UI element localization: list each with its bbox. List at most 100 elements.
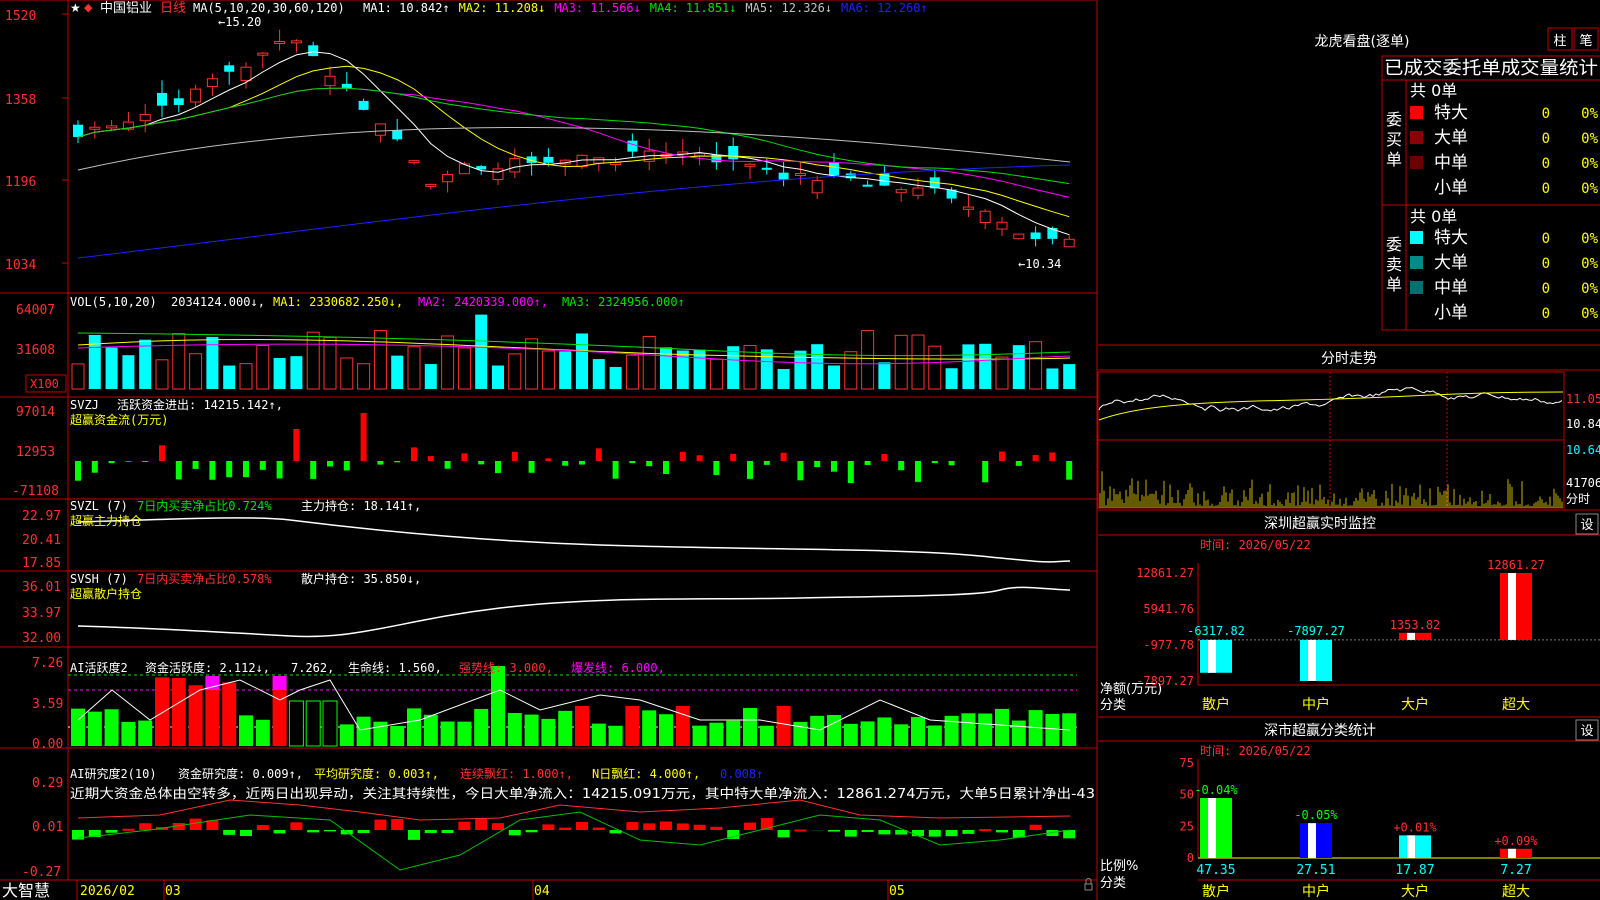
fund-flow-bar	[847, 461, 854, 483]
research-bar	[542, 824, 555, 830]
fund-flow-bar	[679, 451, 686, 461]
fund-flow-bar	[276, 461, 283, 479]
sz-y-label: 净额(万元)	[1100, 682, 1162, 697]
sc-settings-label[interactable]: 设	[1580, 724, 1593, 739]
volume-bar	[995, 356, 1009, 390]
sz-monitor-title: 深圳超赢实时监控	[1264, 515, 1376, 532]
research-bar	[979, 829, 992, 832]
y-tick-label: 36.01	[22, 580, 61, 595]
main-chart-canvas[interactable]: 1520 1358 1196 1034 ★ ◆ 中国铝业 日线 MA(5,10,20,30,60…	[0, 0, 1600, 900]
order-size-label: 小单	[1434, 303, 1468, 323]
volume-bar	[878, 362, 891, 389]
order-count: 0	[1542, 131, 1550, 147]
sc-value-label: 27.51	[1296, 863, 1335, 878]
fund-flow-bar	[579, 461, 585, 465]
stock-chart-window: 1520 1358 1196 1034 ★ ◆ 中国铝业 日线 MA(5,10,20,30,60…	[0, 0, 1600, 900]
activity-bar	[457, 721, 472, 746]
volume-bar	[811, 344, 824, 389]
volume-bar	[256, 344, 270, 390]
candle-body	[794, 173, 806, 177]
candle-body	[324, 75, 336, 87]
candle-body	[811, 180, 823, 194]
order-size-label: 特大	[1434, 103, 1468, 123]
fund-flow-bar	[1015, 461, 1022, 466]
y-tick-label: 0.01	[32, 820, 63, 835]
sc-value-label: 17.87	[1395, 863, 1434, 878]
order-count: 0	[1542, 231, 1550, 247]
volume-bar	[844, 351, 858, 390]
activity-bar	[759, 725, 774, 746]
activity-bar	[205, 688, 220, 746]
ma-value: MA4: 11.851↓	[650, 1, 737, 15]
activity-bar	[305, 700, 321, 747]
candle-body	[543, 156, 554, 163]
unit-label: X100	[30, 377, 59, 391]
candle-body	[627, 140, 638, 152]
volume-bar	[576, 333, 588, 389]
research-bar	[273, 830, 286, 834]
y-tick-label: 1358	[5, 93, 36, 108]
y-tick-label: 1520	[5, 9, 36, 24]
y-tick-label: 22.97	[22, 509, 61, 524]
bar-view-label[interactable]: 柱	[1553, 34, 1566, 49]
volume-bar	[828, 365, 840, 389]
ai-research-value: 0.008↑	[720, 767, 763, 781]
ma-value: MA1: 10.842↑	[363, 1, 450, 15]
sell-side-label-char: 委	[1386, 235, 1402, 254]
research-bar	[391, 819, 404, 830]
activity-bar	[407, 708, 421, 746]
sz-settings-label[interactable]: 设	[1580, 518, 1593, 533]
candle-body	[341, 83, 352, 89]
research-bar	[525, 830, 538, 833]
high-price-label: ←15.20	[218, 15, 261, 29]
research-bar	[508, 830, 521, 836]
order-pct: 0%	[1581, 281, 1598, 297]
volume-bar	[642, 335, 656, 390]
volume-bar	[122, 355, 135, 389]
fund-flow-bar	[377, 461, 384, 465]
candle-body	[425, 183, 437, 187]
fund-flow-bar	[814, 461, 821, 468]
y-tick-label: 3.59	[32, 697, 63, 712]
tick-view-label[interactable]: 笔	[1579, 33, 1592, 49]
period-label[interactable]: 日线	[160, 1, 186, 16]
intraday-tick: 11.05	[1566, 392, 1600, 406]
activity-bar	[743, 708, 757, 746]
y-tick-label: 0.00	[32, 737, 63, 752]
volume-bar	[609, 366, 622, 389]
vol-ma-value: MA3: 2324956.000↑	[562, 295, 685, 309]
activity-bar	[860, 721, 875, 746]
volume-bar	[777, 368, 790, 389]
research-bar	[307, 830, 320, 833]
fund-flow-bar	[629, 461, 636, 464]
fund-flow-bar	[612, 461, 619, 479]
order-size-label: 大单	[1434, 128, 1468, 148]
research-bar	[643, 823, 656, 830]
fund-flow-bar	[713, 461, 720, 475]
research-bar	[424, 830, 437, 833]
date-label: 05	[889, 884, 905, 899]
volume-bar	[273, 357, 286, 389]
candle-body	[761, 167, 772, 170]
fund-flow-bar	[982, 461, 989, 483]
activity-bar	[659, 714, 673, 746]
svzl-subtitle: 超赢主力持仓	[70, 513, 142, 528]
ai-active-label: AI活跃度2	[70, 660, 128, 675]
fund-flow-bar	[75, 461, 81, 481]
date-label: 03	[165, 884, 181, 899]
sz-bar-value-label: 12861.27	[1487, 558, 1545, 572]
activity-bar	[356, 716, 371, 746]
volume-bar	[155, 359, 169, 390]
intraday-title: 分时走势	[1321, 351, 1377, 367]
fund-flow-bar	[780, 452, 787, 461]
fund-flow-bar	[797, 461, 804, 481]
fund-flow-bar	[159, 445, 165, 461]
candle-body	[996, 221, 1008, 230]
sc-time: 时间: 2026/05/22	[1200, 744, 1311, 758]
sc-change-label: -0.04%	[1194, 783, 1238, 797]
volume-bar	[894, 334, 908, 390]
buy-side-label-char: 委	[1386, 110, 1402, 129]
research-bar	[357, 830, 370, 834]
activity-bar	[591, 723, 606, 746]
volume-bar	[492, 365, 504, 389]
